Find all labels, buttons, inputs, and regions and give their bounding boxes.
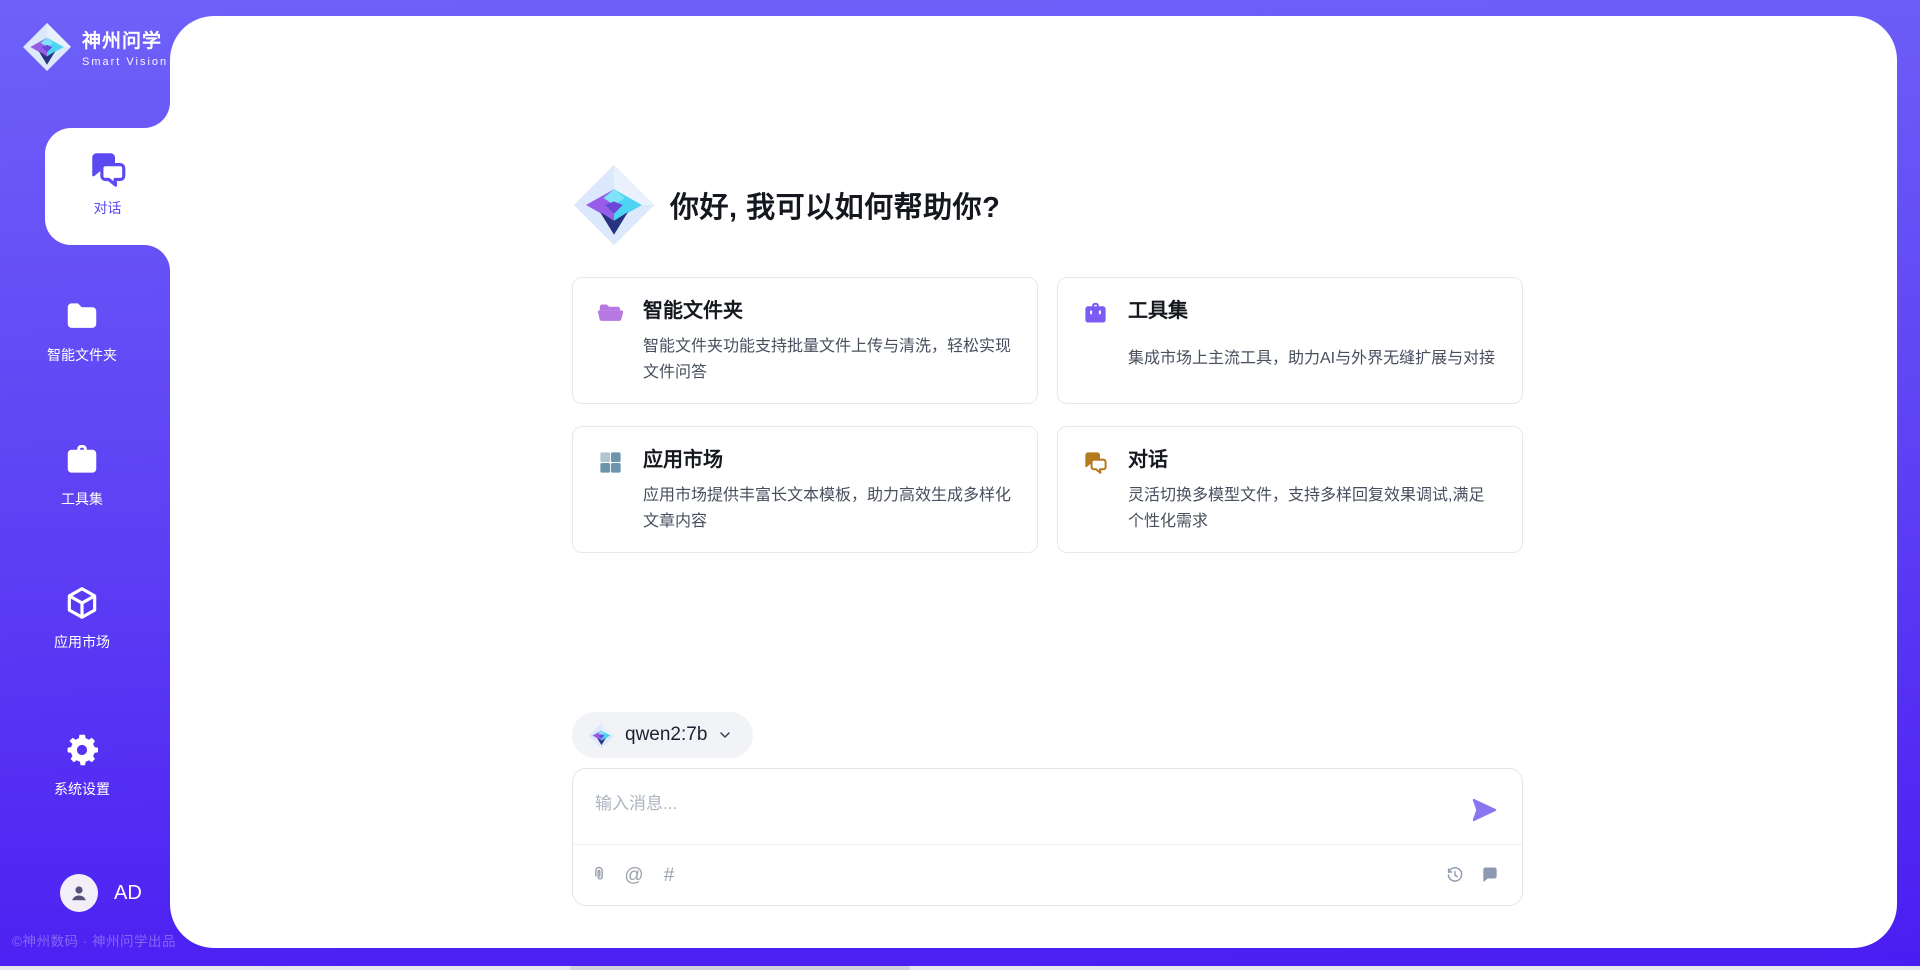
- sidebar-item-chat[interactable]: 对话: [45, 128, 170, 245]
- chat-icon: [1082, 449, 1109, 476]
- card-description: 灵活切换多模型文件，支持多样回复效果调试,满足个性化需求: [1128, 483, 1498, 535]
- card-title: 工具集: [1128, 298, 1498, 339]
- sidebar-footer: ©神州数码 · 神州问学出品: [12, 930, 212, 950]
- card-title: 智能文件夹: [643, 298, 1013, 327]
- app-subtitle: Smart Vision: [82, 56, 168, 68]
- hash-icon[interactable]: #: [659, 865, 679, 885]
- briefcase-icon: [63, 441, 101, 479]
- card-title: 对话: [1128, 447, 1498, 476]
- sidebar-item-settings[interactable]: 系统设置: [0, 731, 164, 799]
- app-logo-icon: [572, 163, 656, 247]
- sidebar-item-label: 对话: [45, 198, 170, 218]
- history-icon[interactable]: [1445, 865, 1465, 885]
- sidebar-item-label: 系统设置: [0, 779, 164, 799]
- card-chat[interactable]: 对话 灵活切换多模型文件，支持多样回复效果调试,满足个性化需求: [1057, 426, 1523, 553]
- sidebar-item-app-market[interactable]: 应用市场: [0, 584, 164, 652]
- folder-icon: [63, 297, 101, 335]
- model-name: qwen2:7b: [625, 724, 707, 746]
- horizontal-scrollbar[interactable]: [0, 966, 1920, 970]
- model-logo-icon: [588, 722, 615, 749]
- user-account[interactable]: AD: [60, 874, 142, 912]
- avatar: [60, 874, 98, 912]
- app-logo: 神州问学 Smart Vision: [22, 22, 168, 72]
- sidebar-item-label: 工具集: [0, 489, 164, 509]
- comment-icon[interactable]: [1480, 865, 1500, 885]
- mention-icon[interactable]: @: [624, 865, 644, 885]
- main-panel: 你好, 我可以如何帮助你? 智能文件夹 智能文件夹功能支持批量文件上传与清洗，轻…: [170, 16, 1897, 948]
- gear-icon: [63, 731, 101, 769]
- folder-open-icon: [597, 300, 624, 327]
- card-title: 应用市场: [643, 447, 1013, 476]
- card-smart-folder[interactable]: 智能文件夹 智能文件夹功能支持批量文件上传与清洗，轻松实现文件问答: [572, 277, 1038, 404]
- tab-notch-top: [144, 102, 170, 128]
- user-name: AD: [114, 882, 142, 905]
- sidebar-item-label: 智能文件夹: [0, 345, 164, 365]
- tab-notch-bottom: [144, 245, 170, 271]
- feature-cards: 智能文件夹 智能文件夹功能支持批量文件上传与清洗，轻松实现文件问答 工具集 集成…: [572, 277, 1523, 553]
- greeting-text: 你好, 我可以如何帮助你?: [670, 184, 1000, 226]
- card-toolset[interactable]: 工具集 集成市场上主流工具，助力AI与外界无缝扩展与对接: [1057, 277, 1523, 404]
- card-description: 集成市场上主流工具，助力AI与外界无缝扩展与对接: [1128, 346, 1498, 383]
- card-description: 应用市场提供丰富长文本模板，助力高效生成多样化文章内容: [643, 483, 1013, 535]
- card-description: 智能文件夹功能支持批量文件上传与清洗，轻松实现文件问答: [643, 334, 1013, 386]
- chat-icon: [87, 148, 129, 190]
- message-composer: @ #: [572, 768, 1523, 906]
- app-name: 神州问学: [82, 26, 168, 53]
- model-selector[interactable]: qwen2:7b: [572, 712, 753, 758]
- chevron-down-icon: [717, 727, 733, 743]
- app-logo-icon: [22, 22, 72, 72]
- send-icon[interactable]: [1470, 795, 1500, 825]
- user-icon: [67, 881, 91, 905]
- grid-icon: [597, 449, 624, 476]
- greeting: 你好, 我可以如何帮助你?: [572, 163, 1523, 247]
- sidebar: 神州问学 Smart Vision 对话 智能文件夹 工具集 应用市场 系统设置…: [0, 0, 170, 970]
- card-app-market[interactable]: 应用市场 应用市场提供丰富长文本模板，助力高效生成多样化文章内容: [572, 426, 1038, 553]
- cube-icon: [63, 584, 101, 622]
- main-content: 你好, 我可以如何帮助你? 智能文件夹 智能文件夹功能支持批量文件上传与清洗，轻…: [572, 16, 1523, 906]
- briefcase-icon: [1082, 300, 1109, 327]
- sidebar-item-toolset[interactable]: 工具集: [0, 441, 164, 509]
- composer-toolbar: @ #: [589, 845, 1500, 905]
- sidebar-item-smart-folder[interactable]: 智能文件夹: [0, 297, 164, 365]
- scrollbar-thumb[interactable]: [570, 966, 910, 970]
- message-input[interactable]: [573, 769, 1522, 843]
- paperclip-icon[interactable]: [589, 865, 609, 885]
- sidebar-item-label: 应用市场: [0, 632, 164, 652]
